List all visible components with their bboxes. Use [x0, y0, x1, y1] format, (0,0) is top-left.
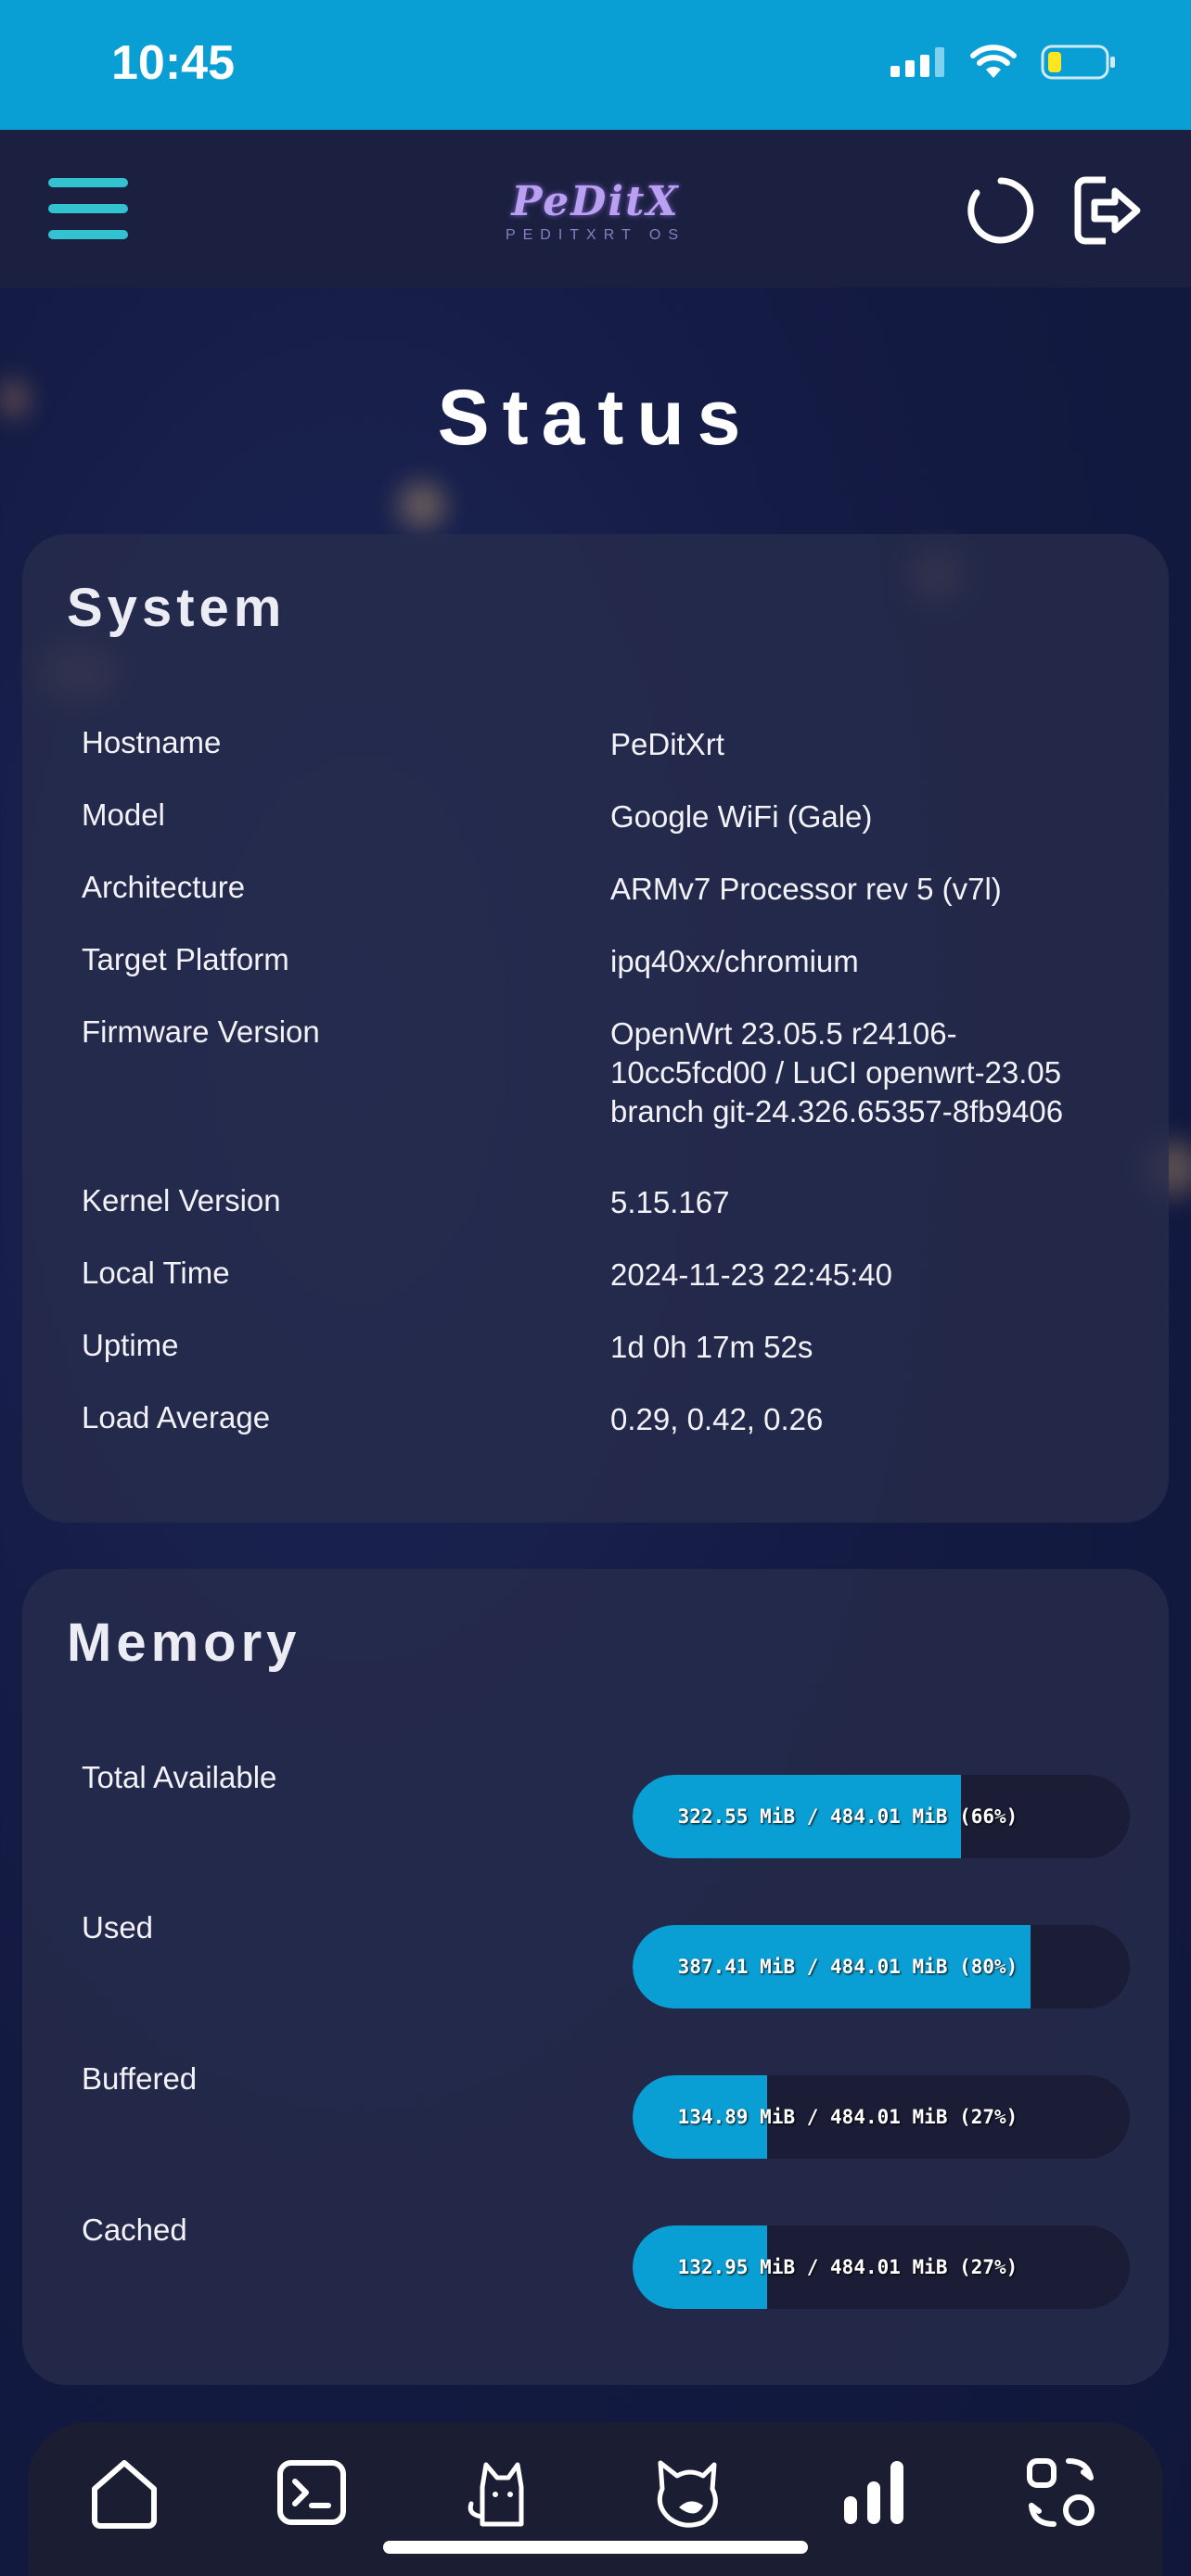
app-header: PeDitX PEDITXRT OS [0, 130, 1191, 287]
memory-card-title: Memory [67, 1613, 301, 1673]
cellular-signal-icon [890, 47, 944, 77]
fox-icon[interactable] [647, 2454, 725, 2531]
row-value: 1d 0h 17m 52s [610, 1330, 813, 1364]
row-label: Kernel Version [82, 1183, 281, 1218]
cat-icon[interactable] [460, 2454, 538, 2531]
home-indicator[interactable] [383, 2541, 808, 2554]
row-label: Cached [82, 2213, 187, 2247]
row-label: Local Time [82, 1256, 230, 1290]
row-label: Total Available [82, 1760, 277, 1794]
memory-used-bar: 387.41 MiB / 484.01 MiB (80%) [633, 1925, 1130, 2009]
progress-text: 134.89 MiB / 484.01 MiB (27%) [677, 2106, 1018, 2128]
status-time: 10:45 [111, 36, 235, 90]
home-icon[interactable] [85, 2454, 163, 2531]
row-value: ipq40xx/chromium [610, 944, 859, 978]
system-card: System Hostname PeDitXrt Model Google Wi… [22, 534, 1169, 1523]
row-label: Firmware Version [82, 1014, 320, 1049]
row-value: 0.29, 0.42, 0.26 [610, 1402, 824, 1436]
terminal-icon[interactable] [273, 2454, 351, 2531]
memory-buffered-bar: 134.89 MiB / 484.01 MiB (27%) [633, 2075, 1130, 2159]
row-value: PeDitXrt [610, 727, 724, 761]
wifi-icon [970, 45, 1017, 78]
row-value: 5.15.167 [610, 1185, 730, 1219]
memory-cached-bar: 132.95 MiB / 484.01 MiB (27%) [633, 2225, 1130, 2309]
row-label: Hostname [82, 725, 222, 759]
status-bar: 10:45 [0, 0, 1191, 130]
row-label: Buffered [82, 2061, 198, 2096]
progress-text: 387.41 MiB / 484.01 MiB (80%) [677, 1956, 1018, 1978]
row-value: OpenWrt 23.05.5 r24106-10cc5fcd00 / LuCI… [610, 1016, 1064, 1129]
memory-total-available-bar: 322.55 MiB / 484.01 MiB (66%) [633, 1775, 1130, 1858]
refresh-icon[interactable] [965, 174, 1037, 247]
memory-card: Memory Total Available 322.55 MiB / 484.… [22, 1569, 1169, 2385]
logout-icon[interactable] [1072, 174, 1145, 247]
background-light [399, 482, 445, 529]
progress-text: 132.95 MiB / 484.01 MiB (27%) [677, 2256, 1018, 2278]
battery-low-icon [1041, 45, 1115, 80]
row-label: Uptime [82, 1328, 179, 1362]
bar-chart-icon[interactable] [835, 2454, 913, 2531]
row-value: ARMv7 Processor rev 5 (v7l) [610, 872, 1002, 906]
row-label: Used [82, 1910, 154, 1945]
system-card-title: System [67, 578, 287, 638]
page-title: Status [437, 374, 754, 461]
row-label: Architecture [82, 870, 246, 904]
progress-text: 322.55 MiB / 484.01 MiB (66%) [677, 1805, 1018, 1828]
row-value: Google WiFi (Gale) [610, 799, 873, 834]
row-label: Target Platform [82, 942, 289, 976]
apps-icon[interactable] [1022, 2454, 1100, 2531]
row-label: Model [82, 797, 165, 832]
row-label: Load Average [82, 1400, 271, 1435]
row-value: 2024-11-23 22:45:40 [610, 1257, 892, 1292]
